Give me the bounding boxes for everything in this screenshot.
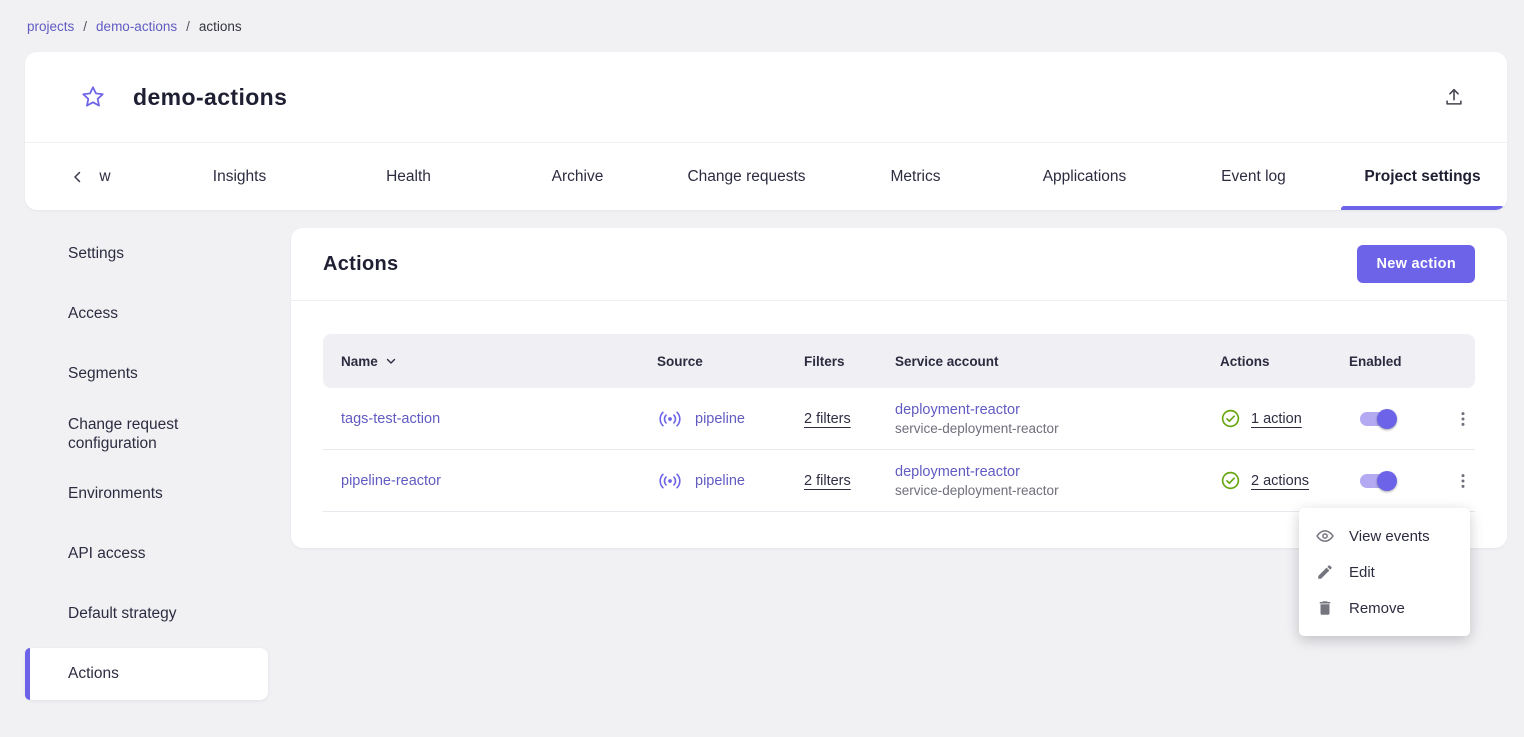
actions-count-link[interactable]: 1 action: [1251, 411, 1302, 427]
breadcrumb-demo-actions[interactable]: demo-actions: [96, 19, 177, 34]
page-title: demo-actions: [133, 84, 287, 111]
page: projects / demo-actions / actions demo-a…: [0, 0, 1524, 737]
menu-item-label: View events: [1349, 528, 1430, 545]
eye-icon: [1315, 526, 1335, 546]
service-account-subtext: service-deployment-reactor: [895, 421, 1220, 436]
tab-change-requests[interactable]: Change requests: [662, 143, 831, 210]
table-header-row: Name Source Filters Service account Acti…: [323, 334, 1475, 388]
sidebar-item-segments[interactable]: Segments: [25, 348, 268, 400]
service-account-link[interactable]: deployment-reactor: [895, 402, 1220, 418]
check-circle-icon: [1220, 470, 1241, 491]
trash-icon: [1315, 598, 1335, 618]
tab-project-settings[interactable]: Project settings: [1338, 143, 1507, 210]
tabs-scroll-left[interactable]: w: [25, 143, 155, 210]
action-name-link[interactable]: tags-test-action: [341, 411, 657, 427]
row-menu-button[interactable]: [1448, 466, 1478, 496]
row-menu-button[interactable]: [1448, 404, 1478, 434]
tab-metrics[interactable]: Metrics: [831, 143, 1000, 210]
breadcrumb-separator: /: [186, 19, 190, 34]
breadcrumb: projects / demo-actions / actions: [27, 19, 242, 34]
settings-sidebar: Settings Access Segments Change request …: [25, 228, 268, 708]
kebab-icon: [1453, 409, 1473, 429]
service-account-subtext: service-deployment-reactor: [895, 483, 1220, 498]
actions-cell: 2 actions: [1220, 470, 1349, 491]
signal-icon: [657, 471, 683, 491]
table-row: tags-test-action pipeline 2 filters: [323, 388, 1475, 450]
action-name-link[interactable]: pipeline-reactor: [341, 473, 657, 489]
sidebar-item-default-strategy[interactable]: Default strategy: [25, 588, 268, 640]
sidebar-item-access[interactable]: Access: [25, 288, 268, 340]
column-header-source: Source: [657, 354, 804, 369]
menu-item-label: Edit: [1349, 564, 1375, 581]
filters-link[interactable]: 2 filters: [804, 411, 851, 427]
check-circle-icon: [1220, 408, 1241, 429]
enabled-toggle[interactable]: [1357, 471, 1397, 491]
column-header-name[interactable]: Name: [341, 354, 657, 369]
source-link[interactable]: pipeline: [695, 473, 745, 489]
breadcrumb-projects[interactable]: projects: [27, 19, 74, 34]
kebab-icon: [1453, 471, 1473, 491]
toggle-knob: [1377, 471, 1397, 491]
tab-applications[interactable]: Applications: [1000, 143, 1169, 210]
chevron-left-icon: [69, 168, 87, 186]
column-header-filters: Filters: [804, 354, 895, 369]
service-account-cell: deployment-reactor service-deployment-re…: [895, 402, 1220, 436]
source-cell: pipeline: [657, 409, 804, 429]
actions-panel-header: Actions New action: [291, 228, 1507, 301]
tab-insights[interactable]: Insights: [155, 143, 324, 210]
tab-health[interactable]: Health: [324, 143, 493, 210]
favorite-star-button[interactable]: [79, 83, 107, 111]
toggle-knob: [1377, 409, 1397, 429]
source-cell: pipeline: [657, 471, 804, 491]
upload-icon: [1443, 86, 1465, 108]
menu-item-remove[interactable]: Remove: [1299, 590, 1470, 626]
chevron-down-icon: [384, 354, 398, 368]
panel-title: Actions: [323, 253, 398, 276]
sidebar-item-environments[interactable]: Environments: [25, 468, 268, 520]
sidebar-item-settings[interactable]: Settings: [25, 228, 268, 280]
menu-item-view-events[interactable]: View events: [1299, 518, 1470, 554]
tab-overview-partial[interactable]: w: [99, 168, 110, 186]
source-link[interactable]: pipeline: [695, 411, 745, 427]
star-icon: [80, 84, 106, 110]
column-header-service-account: Service account: [895, 354, 1220, 369]
menu-item-label: Remove: [1349, 600, 1405, 617]
sidebar-item-api-access[interactable]: API access: [25, 528, 268, 580]
column-header-enabled: Enabled: [1349, 354, 1448, 369]
export-button[interactable]: [1439, 82, 1469, 112]
tab-archive[interactable]: Archive: [493, 143, 662, 210]
actions-count-link[interactable]: 2 actions: [1251, 473, 1309, 489]
row-context-menu: View events Edit Remove: [1299, 508, 1470, 636]
tab-event-log[interactable]: Event log: [1169, 143, 1338, 210]
table-row: pipeline-reactor pipeline 2 filters: [323, 450, 1475, 512]
filters-link[interactable]: 2 filters: [804, 473, 851, 489]
service-account-cell: deployment-reactor service-deployment-re…: [895, 464, 1220, 498]
sidebar-item-actions[interactable]: Actions: [25, 648, 268, 700]
project-header: demo-actions: [25, 52, 1507, 142]
project-tabs: w Insights Health Archive Change request…: [25, 142, 1507, 210]
menu-item-edit[interactable]: Edit: [1299, 554, 1470, 590]
actions-panel: Actions New action Name Source Filters S…: [291, 228, 1507, 548]
breadcrumb-separator: /: [83, 19, 87, 34]
project-header-card: demo-actions w Insights Health: [25, 52, 1507, 210]
signal-icon: [657, 409, 683, 429]
service-account-link[interactable]: deployment-reactor: [895, 464, 1220, 480]
column-header-name-label: Name: [341, 354, 378, 369]
actions-table: Name Source Filters Service account Acti…: [323, 334, 1475, 512]
enabled-toggle[interactable]: [1357, 409, 1397, 429]
column-header-actions: Actions: [1220, 354, 1349, 369]
sidebar-item-change-request-configuration[interactable]: Change request configuration: [25, 408, 268, 460]
breadcrumb-current: actions: [199, 19, 242, 34]
pencil-icon: [1315, 562, 1335, 582]
actions-cell: 1 action: [1220, 408, 1349, 429]
new-action-button[interactable]: New action: [1357, 245, 1475, 283]
